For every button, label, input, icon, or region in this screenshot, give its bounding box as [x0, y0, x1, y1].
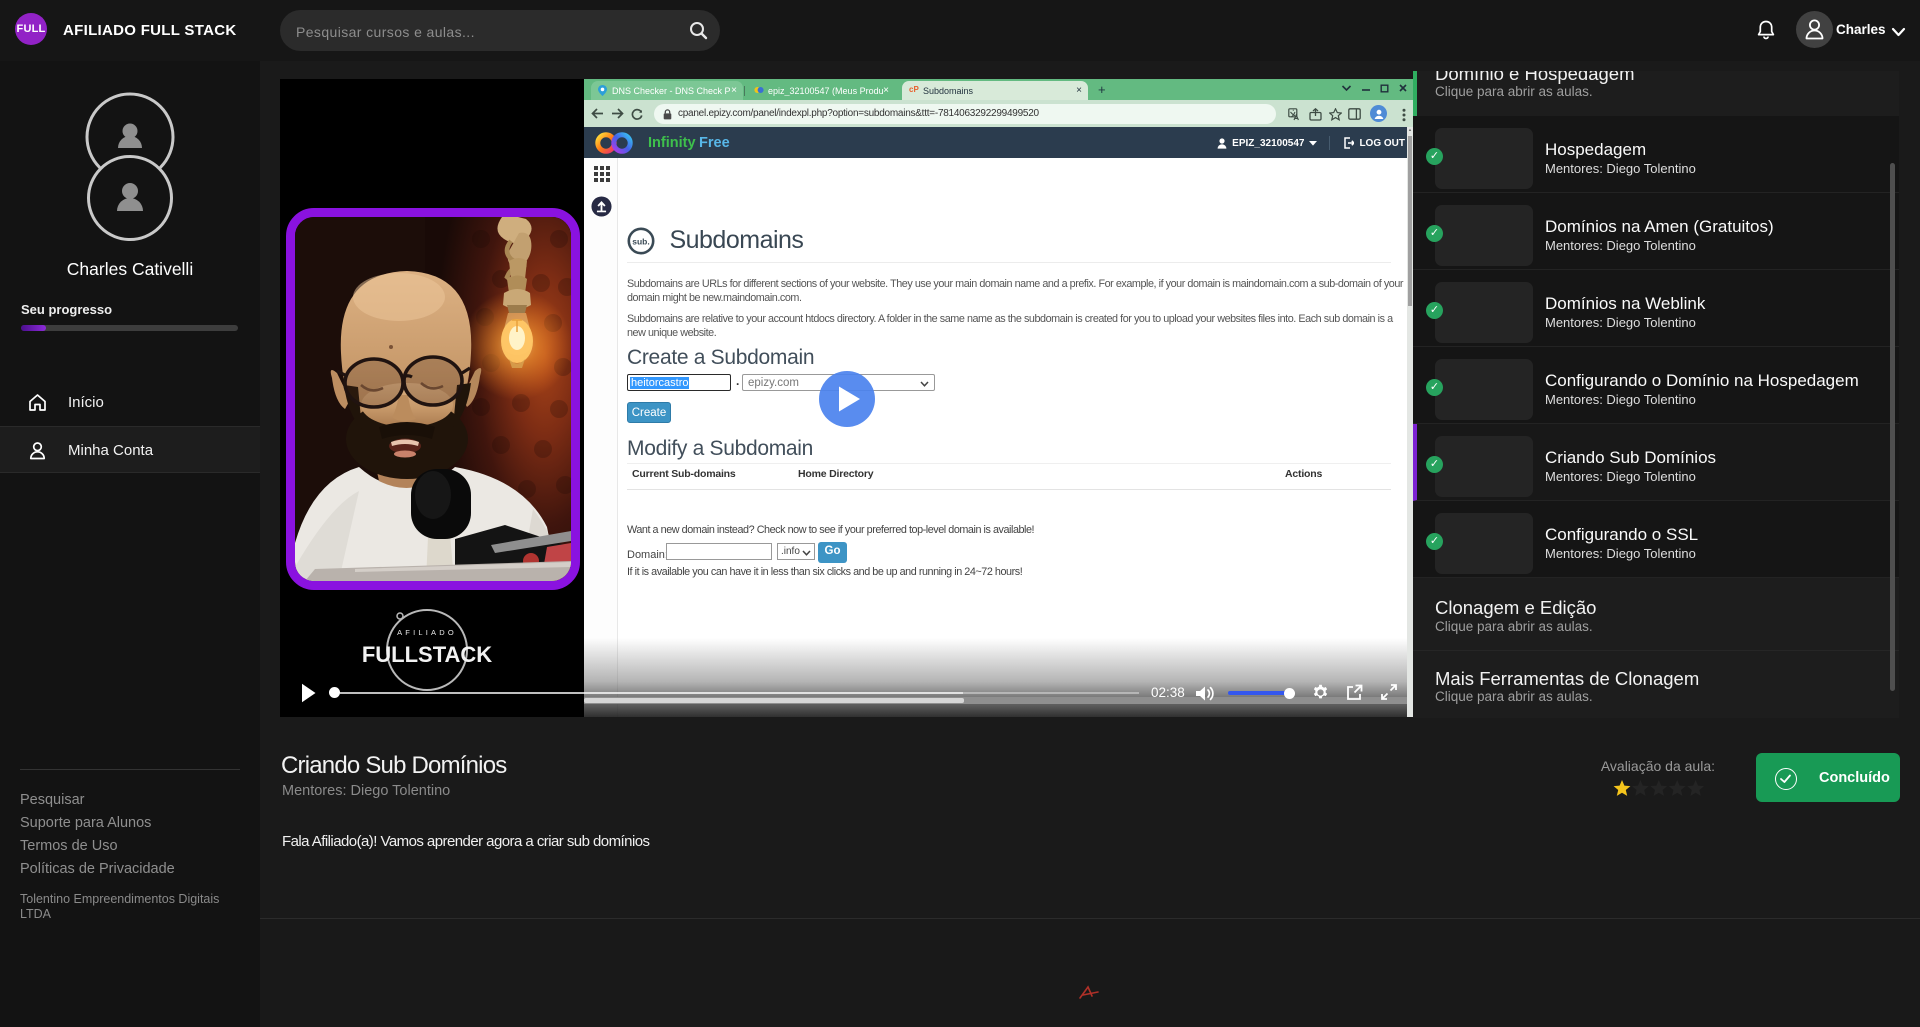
svg-text:AFILIADO: AFILIADO: [397, 628, 457, 637]
svg-text:cP: cP: [909, 85, 919, 93]
svg-text:sub.: sub.: [632, 236, 649, 246]
svg-text:FULLSTACK: FULLSTACK: [362, 642, 492, 667]
